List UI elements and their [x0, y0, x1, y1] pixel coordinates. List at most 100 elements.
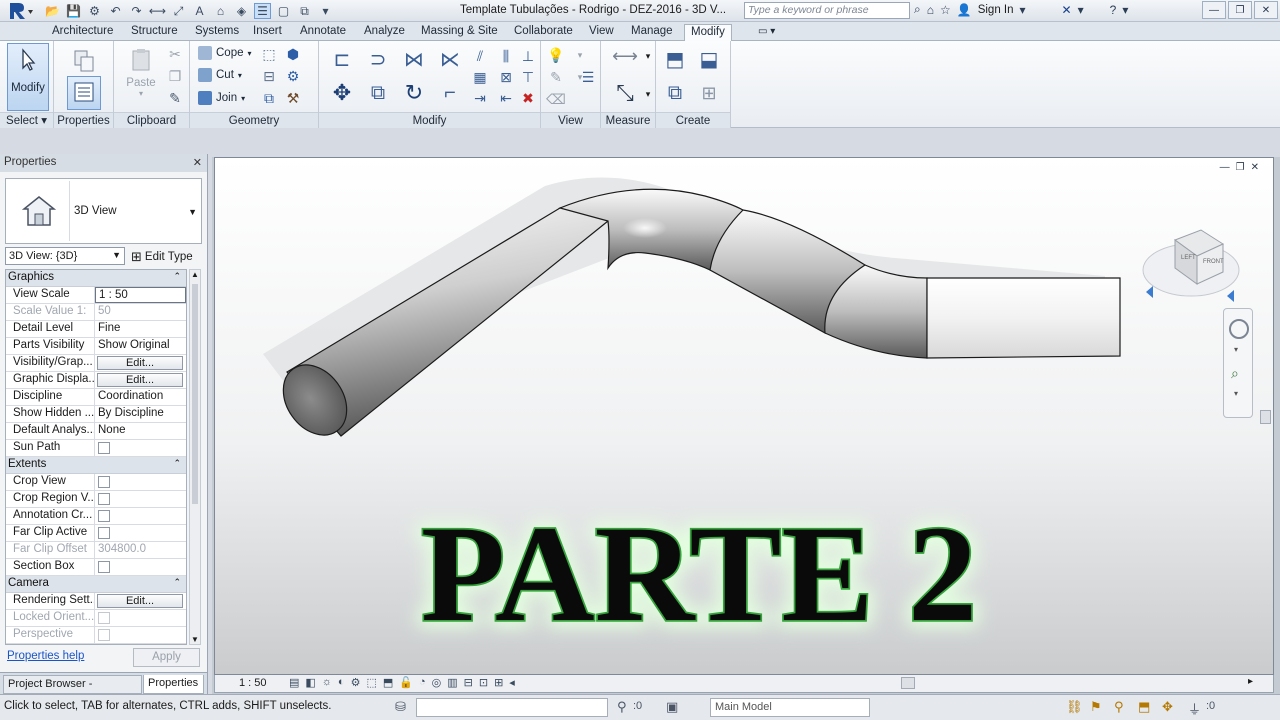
tab-properties[interactable]: Properties — [143, 675, 204, 694]
create-assembly-icon[interactable]: ⬒ — [660, 45, 690, 73]
viewport-hscroll-thumb[interactable] — [901, 677, 915, 689]
paint-icon[interactable]: ⬢ — [284, 45, 302, 63]
unlock-view-icon[interactable]: 🔓 — [399, 676, 413, 689]
scroll-up-icon[interactable]: ▲ — [191, 270, 199, 279]
switch-windows-icon[interactable]: ⧉ — [296, 3, 313, 19]
analytical-model-icon[interactable]: ⊟ — [464, 676, 473, 689]
tab-view[interactable]: View — [583, 24, 620, 41]
collapse-icon[interactable]: ⌃ — [173, 577, 181, 588]
tab-annotate[interactable]: Annotate — [294, 24, 352, 41]
cut-geometry-button[interactable]: Cut ▾ — [198, 68, 242, 82]
constraints-icon[interactable]: ⊡ — [479, 676, 488, 689]
instance-selector[interactable]: 3D View: {3D} ▼ — [5, 247, 125, 265]
close-properties-icon[interactable]: ✕ — [193, 156, 202, 169]
array-icon[interactable]: ▦ — [471, 68, 489, 86]
minimize-icon[interactable]: — — [1202, 1, 1226, 19]
help-dropdown-icon[interactable]: ▾ — [1122, 3, 1128, 17]
property-value[interactable] — [95, 474, 186, 490]
filter-icon[interactable]: ⏚ — [1188, 699, 1201, 718]
tab-structure[interactable]: Structure — [125, 24, 184, 41]
subscription-icon[interactable]: ⌂ — [927, 3, 934, 17]
trim-extend-icon[interactable]: ⌐ — [435, 79, 465, 107]
measure-icon[interactable]: ⟷ — [149, 3, 166, 19]
detail-level-icon[interactable]: ▤ — [289, 676, 299, 689]
select-links-icon[interactable]: ⛓ — [1066, 699, 1083, 715]
apply-button[interactable]: Apply — [133, 648, 200, 667]
copy-clipboard-icon[interactable]: ❐ — [166, 67, 184, 85]
temp-view-props-icon[interactable]: ▥ — [447, 676, 457, 689]
redo-icon[interactable]: ↷ — [128, 3, 145, 19]
type-dropdown-icon[interactable]: ▼ — [188, 207, 197, 217]
render-icon[interactable]: ⚙ — [351, 676, 361, 689]
undo-icon[interactable]: ↶ — [107, 3, 124, 19]
move-icon[interactable]: ✥ — [327, 79, 357, 107]
collapse-icon[interactable]: ⌃ — [173, 271, 181, 282]
scroll-down-icon[interactable]: ▼ — [191, 635, 199, 644]
paste-button[interactable]: Paste ▾ — [120, 43, 162, 111]
dimension-dropdown-icon[interactable]: ▾ — [639, 85, 657, 103]
view-scale-label[interactable]: 1 : 50 — [239, 677, 267, 689]
hscroll-right-icon[interactable]: ▸ — [1248, 676, 1253, 687]
copy-icon[interactable]: ⧉ — [363, 79, 393, 107]
open-icon[interactable]: 📂 — [44, 3, 61, 19]
viewport-vertical-scrollbar[interactable] — [1259, 158, 1273, 674]
edit-button[interactable]: Edit... — [97, 594, 183, 608]
match-properties-icon[interactable]: ✎ — [166, 89, 184, 107]
default-3d-icon[interactable]: ⌂ — [212, 3, 229, 19]
editing-requests-icon[interactable]: ⚲ — [617, 699, 627, 715]
tab-project-browser[interactable]: Project Browser - Templat... — [3, 675, 142, 707]
cut-clipboard-icon[interactable]: ✂ — [166, 45, 184, 63]
exchange-dropdown-icon[interactable]: ▾ — [1078, 3, 1084, 17]
view-minimize-icon[interactable]: — — [1220, 162, 1230, 173]
property-value[interactable] — [95, 491, 186, 507]
zoom-dropdown-icon[interactable]: ▾ — [1234, 389, 1238, 398]
split-icon[interactable]: ⫽ — [471, 47, 489, 65]
view-close-icon[interactable]: ✕ — [1251, 162, 1259, 173]
unpin-icon[interactable]: ⊤ — [519, 68, 537, 86]
property-value[interactable]: Show Original — [95, 338, 186, 354]
scale-icon[interactable]: ⊠ — [497, 68, 515, 86]
property-value[interactable]: Edit... — [95, 372, 186, 388]
tab-analyze[interactable]: Analyze — [358, 24, 411, 41]
aligned-dimension-icon[interactable]: ⤡ — [611, 79, 639, 107]
close-icon[interactable]: ✕ — [1254, 1, 1278, 19]
property-value[interactable]: 2993.7 — [95, 644, 186, 645]
view-restore-icon[interactable]: ❐ — [1236, 162, 1245, 173]
select-panel-label[interactable]: Select ▾ — [0, 112, 53, 128]
property-value[interactable] — [95, 559, 186, 575]
edit-button[interactable]: Edit... — [97, 373, 183, 387]
select-underlay-icon[interactable]: ⚑ — [1090, 699, 1102, 715]
user-icon[interactable]: 👤 — [957, 3, 972, 17]
3d-model-canvas[interactable]: PARTE 2 PARTE 2 LEFT FRONT — [215, 158, 1274, 675]
modify-button[interactable]: Modify — [7, 43, 49, 111]
properties-help-link[interactable]: Properties help — [7, 650, 84, 662]
tab-massing-site[interactable]: Massing & Site — [415, 24, 504, 41]
edit-button[interactable]: Edit... — [97, 356, 183, 370]
measure-between-icon[interactable]: ⟷ — [611, 46, 639, 66]
viewcube-front-label[interactable]: FRONT — [1203, 259, 1224, 265]
checkbox[interactable] — [98, 561, 110, 573]
thin-lines-icon[interactable]: ☰ — [254, 3, 271, 19]
ribbon-minimize-icon[interactable]: ▭ ▾ — [752, 24, 781, 41]
line-style-icon[interactable]: ☰ — [579, 68, 597, 86]
reveal-hidden-icon[interactable]: ◎ — [432, 676, 442, 689]
binoculars-icon[interactable]: ⌕ — [914, 2, 921, 17]
property-value[interactable] — [95, 525, 186, 541]
visual-style-icon[interactable]: ◧ — [305, 676, 315, 689]
type-selector[interactable]: 3D View ▼ — [5, 178, 202, 244]
cope-button[interactable]: Cope ▾ — [198, 46, 252, 60]
hammer-icon[interactable]: ⚒ — [284, 89, 302, 107]
measure-dropdown-icon[interactable]: ▾ — [639, 47, 657, 65]
tab-systems[interactable]: Systems — [189, 24, 245, 41]
viewcube-left-label[interactable]: LEFT — [1181, 255, 1196, 261]
sun-path-icon[interactable]: ☼ — [322, 676, 332, 689]
override-dropdown-icon[interactable]: ▾ — [571, 46, 589, 64]
create-parts-icon[interactable]: ⬓ — [694, 45, 724, 73]
trim-multiple-icon[interactable]: ⇥ — [471, 89, 489, 107]
worksets-icon[interactable]: ⛁ — [395, 699, 406, 715]
property-value[interactable]: 1 : 50 — [95, 287, 186, 303]
linework-icon[interactable]: ✎ — [547, 68, 565, 86]
section-graphics[interactable]: Graphics ⌃ — [6, 270, 186, 287]
property-value[interactable]: Edit... — [95, 355, 186, 371]
property-value[interactable] — [95, 440, 186, 456]
